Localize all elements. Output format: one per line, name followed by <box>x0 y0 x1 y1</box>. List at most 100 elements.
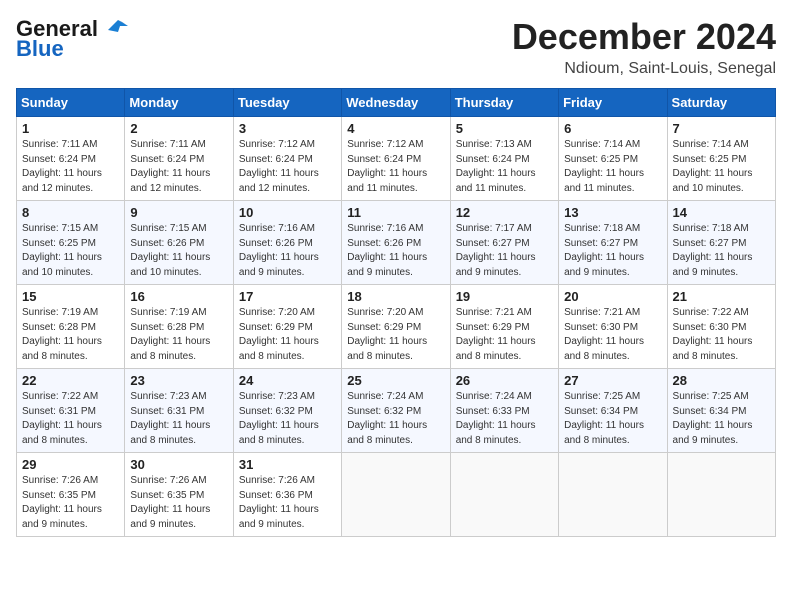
logo: General Blue <box>16 16 130 62</box>
calendar-cell: 26 Sunrise: 7:24 AM Sunset: 6:33 PM Dayli… <box>450 369 558 453</box>
calendar-cell: 24 Sunrise: 7:23 AM Sunset: 6:32 PM Dayli… <box>233 369 341 453</box>
day-number: 6 <box>564 121 661 136</box>
calendar-cell: 22 Sunrise: 7:22 AM Sunset: 6:31 PM Dayli… <box>17 369 125 453</box>
day-info: Sunrise: 7:12 AM Sunset: 6:24 PM Dayligh… <box>239 138 336 196</box>
calendar-cell: 4Sunrise: 7:12 AM Sunset: 6:24 PM Daylig… <box>342 117 450 201</box>
day-info: Sunrise: 7:24 AM Sunset: 6:32 PM Dayligh… <box>347 390 444 448</box>
day-info: Sunrise: 7:23 AM Sunset: 6:31 PM Dayligh… <box>130 390 227 448</box>
calendar-cell: 11 Sunrise: 7:16 AM Sunset: 6:26 PM Dayli… <box>342 201 450 285</box>
day-number: 25 <box>347 373 444 388</box>
day-number: 10 <box>239 205 336 220</box>
calendar-cell: 30 Sunrise: 7:26 AM Sunset: 6:35 PM Dayli… <box>125 453 233 537</box>
day-info: Sunrise: 7:20 AM Sunset: 6:29 PM Dayligh… <box>239 306 336 364</box>
weekday-header-sunday: Sunday <box>17 89 125 117</box>
day-number: 1 <box>22 121 119 136</box>
calendar-cell: 28 Sunrise: 7:25 AM Sunset: 6:34 PM Dayli… <box>667 369 775 453</box>
day-info: Sunrise: 7:13 AM Sunset: 6:24 PM Dayligh… <box>456 138 553 196</box>
day-number: 14 <box>673 205 770 220</box>
day-number: 5 <box>456 121 553 136</box>
weekday-header-saturday: Saturday <box>667 89 775 117</box>
weekday-header-friday: Friday <box>559 89 667 117</box>
day-number: 24 <box>239 373 336 388</box>
weekday-header-wednesday: Wednesday <box>342 89 450 117</box>
calendar-cell: 6Sunrise: 7:14 AM Sunset: 6:25 PM Daylig… <box>559 117 667 201</box>
calendar-cell: 15 Sunrise: 7:19 AM Sunset: 6:28 PM Dayli… <box>17 285 125 369</box>
day-number: 31 <box>239 457 336 472</box>
calendar-header-row: SundayMondayTuesdayWednesdayThursdayFrid… <box>17 89 776 117</box>
calendar-cell: 9 Sunrise: 7:15 AM Sunset: 6:26 PM Daylig… <box>125 201 233 285</box>
calendar-cell: 20Sunrise: 7:21 AM Sunset: 6:30 PM Dayli… <box>559 285 667 369</box>
calendar-cell: 1 Sunrise: 7:11 AM Sunset: 6:24 PM Daylig… <box>17 117 125 201</box>
weekday-header-tuesday: Tuesday <box>233 89 341 117</box>
calendar-cell <box>450 453 558 537</box>
day-number: 15 <box>22 289 119 304</box>
calendar-table: SundayMondayTuesdayWednesdayThursdayFrid… <box>16 88 776 537</box>
day-info: Sunrise: 7:16 AM Sunset: 6:26 PM Dayligh… <box>239 222 336 280</box>
calendar-cell: 12Sunrise: 7:17 AM Sunset: 6:27 PM Dayli… <box>450 201 558 285</box>
day-number: 17 <box>239 289 336 304</box>
calendar-cell: 29 Sunrise: 7:26 AM Sunset: 6:35 PM Dayli… <box>17 453 125 537</box>
weekday-header-monday: Monday <box>125 89 233 117</box>
logo-bird-icon <box>100 16 130 38</box>
day-info: Sunrise: 7:22 AM Sunset: 6:31 PM Dayligh… <box>22 390 119 448</box>
calendar-cell: 5 Sunrise: 7:13 AM Sunset: 6:24 PM Daylig… <box>450 117 558 201</box>
calendar-week-row: 1 Sunrise: 7:11 AM Sunset: 6:24 PM Daylig… <box>17 117 776 201</box>
calendar-week-row: 29 Sunrise: 7:26 AM Sunset: 6:35 PM Dayli… <box>17 453 776 537</box>
day-number: 27 <box>564 373 661 388</box>
day-number: 9 <box>130 205 227 220</box>
location-title: Ndioum, Saint-Louis, Senegal <box>512 60 776 78</box>
day-number: 19 <box>456 289 553 304</box>
calendar-cell: 17 Sunrise: 7:20 AM Sunset: 6:29 PM Dayli… <box>233 285 341 369</box>
calendar-cell: 10 Sunrise: 7:16 AM Sunset: 6:26 PM Dayli… <box>233 201 341 285</box>
day-number: 30 <box>130 457 227 472</box>
day-info: Sunrise: 7:12 AM Sunset: 6:24 PM Dayligh… <box>347 138 444 196</box>
logo-text-blue: Blue <box>16 36 64 62</box>
day-info: Sunrise: 7:23 AM Sunset: 6:32 PM Dayligh… <box>239 390 336 448</box>
day-info: Sunrise: 7:20 AM Sunset: 6:29 PM Dayligh… <box>347 306 444 364</box>
day-number: 8 <box>22 205 119 220</box>
calendar-cell: 31 Sunrise: 7:26 AM Sunset: 6:36 PM Dayli… <box>233 453 341 537</box>
day-info: Sunrise: 7:24 AM Sunset: 6:33 PM Dayligh… <box>456 390 553 448</box>
day-number: 18 <box>347 289 444 304</box>
day-number: 12 <box>456 205 553 220</box>
calendar-cell <box>559 453 667 537</box>
calendar-cell: 23 Sunrise: 7:23 AM Sunset: 6:31 PM Dayli… <box>125 369 233 453</box>
calendar-cell: 18 Sunrise: 7:20 AM Sunset: 6:29 PM Dayli… <box>342 285 450 369</box>
day-number: 7 <box>673 121 770 136</box>
day-info: Sunrise: 7:25 AM Sunset: 6:34 PM Dayligh… <box>564 390 661 448</box>
day-info: Sunrise: 7:26 AM Sunset: 6:35 PM Dayligh… <box>22 474 119 532</box>
calendar-cell: 13 Sunrise: 7:18 AM Sunset: 6:27 PM Dayli… <box>559 201 667 285</box>
day-info: Sunrise: 7:25 AM Sunset: 6:34 PM Dayligh… <box>673 390 770 448</box>
day-info: Sunrise: 7:18 AM Sunset: 6:27 PM Dayligh… <box>564 222 661 280</box>
calendar-week-row: 22 Sunrise: 7:22 AM Sunset: 6:31 PM Dayli… <box>17 369 776 453</box>
day-number: 2 <box>130 121 227 136</box>
day-number: 28 <box>673 373 770 388</box>
calendar-cell: 21Sunrise: 7:22 AM Sunset: 6:30 PM Dayli… <box>667 285 775 369</box>
calendar-week-row: 15 Sunrise: 7:19 AM Sunset: 6:28 PM Dayli… <box>17 285 776 369</box>
day-number: 11 <box>347 205 444 220</box>
day-info: Sunrise: 7:26 AM Sunset: 6:36 PM Dayligh… <box>239 474 336 532</box>
day-info: Sunrise: 7:15 AM Sunset: 6:25 PM Dayligh… <box>22 222 119 280</box>
weekday-header-thursday: Thursday <box>450 89 558 117</box>
day-number: 26 <box>456 373 553 388</box>
day-number: 16 <box>130 289 227 304</box>
day-info: Sunrise: 7:26 AM Sunset: 6:35 PM Dayligh… <box>130 474 227 532</box>
day-number: 23 <box>130 373 227 388</box>
day-number: 21 <box>673 289 770 304</box>
day-info: Sunrise: 7:11 AM Sunset: 6:24 PM Dayligh… <box>130 138 227 196</box>
month-title: December 2024 <box>512 16 776 58</box>
day-number: 13 <box>564 205 661 220</box>
calendar-cell: 27 Sunrise: 7:25 AM Sunset: 6:34 PM Dayli… <box>559 369 667 453</box>
calendar-cell: 8 Sunrise: 7:15 AM Sunset: 6:25 PM Daylig… <box>17 201 125 285</box>
day-info: Sunrise: 7:19 AM Sunset: 6:28 PM Dayligh… <box>22 306 119 364</box>
day-info: Sunrise: 7:11 AM Sunset: 6:24 PM Dayligh… <box>22 138 119 196</box>
day-info: Sunrise: 7:16 AM Sunset: 6:26 PM Dayligh… <box>347 222 444 280</box>
day-number: 22 <box>22 373 119 388</box>
calendar-cell <box>342 453 450 537</box>
title-area: December 2024 Ndioum, Saint-Louis, Seneg… <box>512 16 776 78</box>
calendar-cell: 7Sunrise: 7:14 AM Sunset: 6:25 PM Daylig… <box>667 117 775 201</box>
day-number: 3 <box>239 121 336 136</box>
day-number: 29 <box>22 457 119 472</box>
page-header: General Blue December 2024 Ndioum, Saint… <box>16 16 776 78</box>
day-info: Sunrise: 7:15 AM Sunset: 6:26 PM Dayligh… <box>130 222 227 280</box>
